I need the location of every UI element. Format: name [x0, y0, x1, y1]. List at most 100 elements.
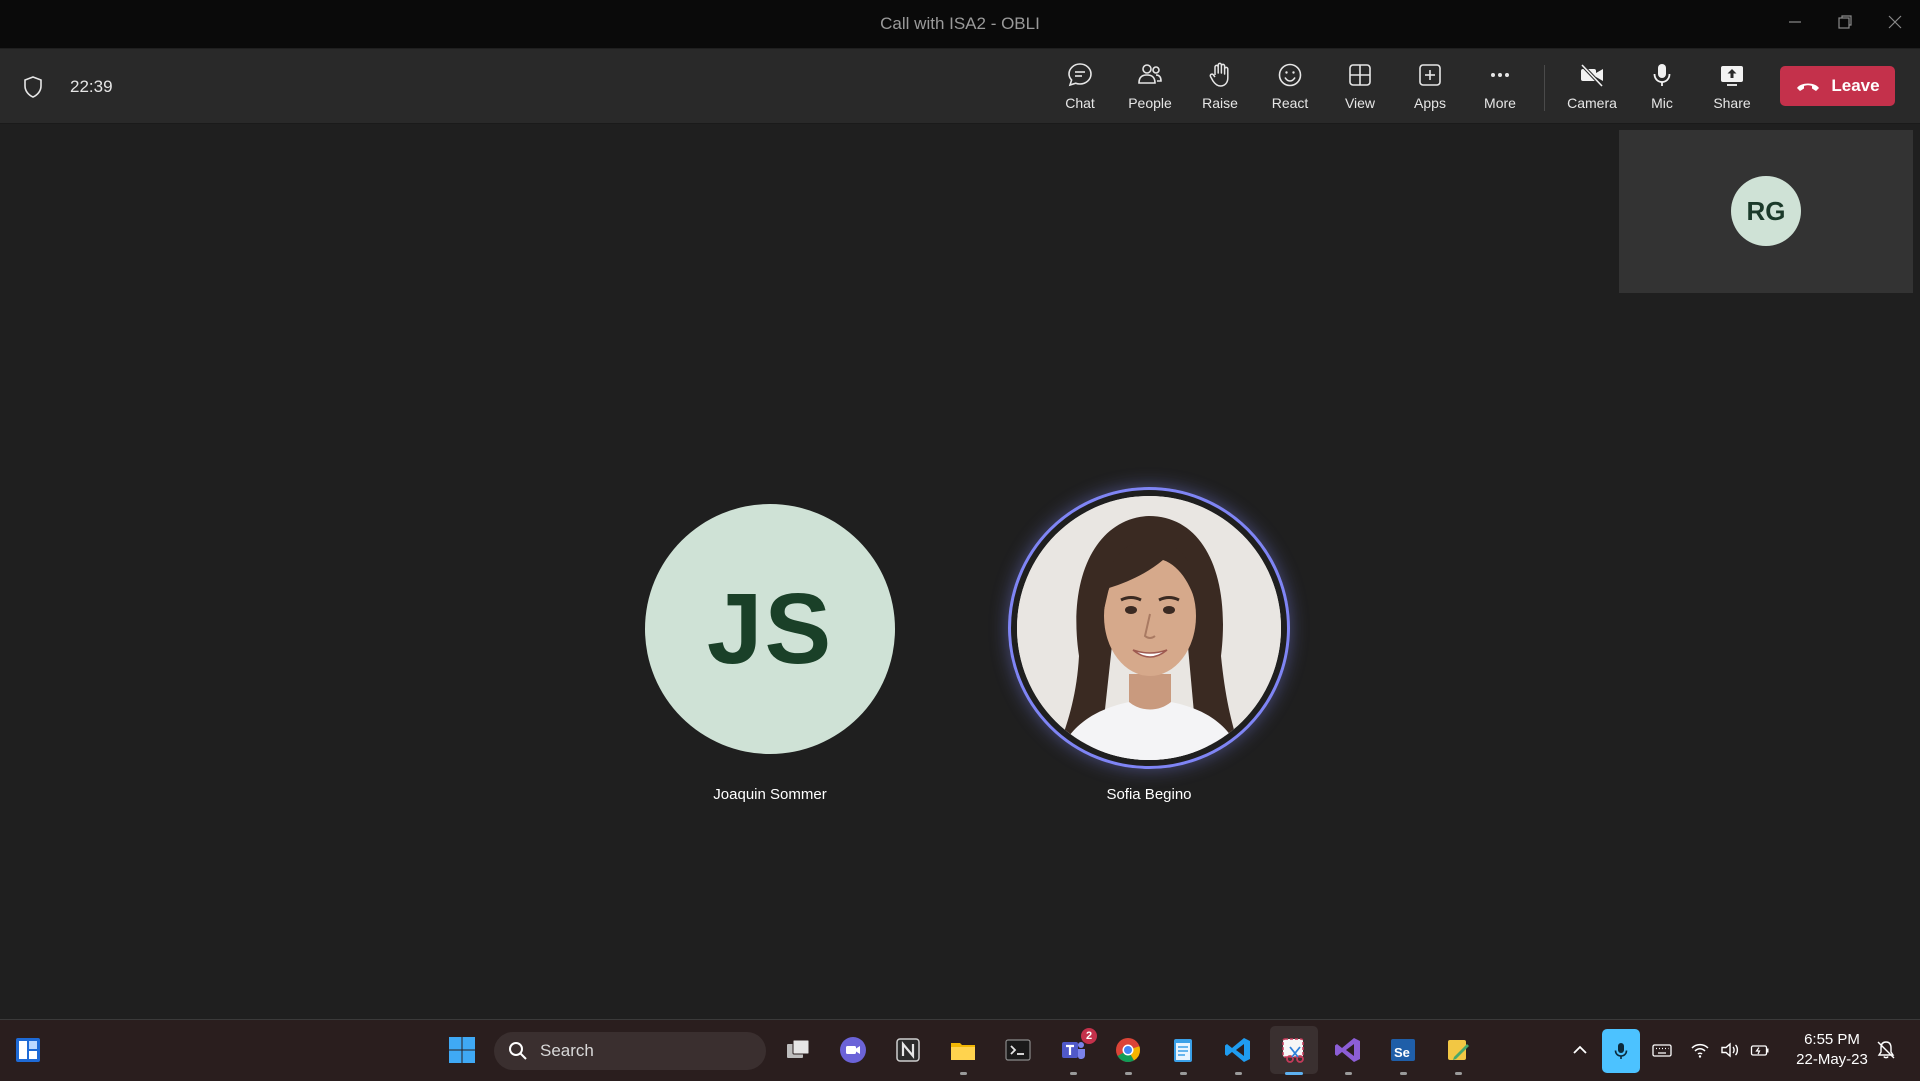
microphone-icon [1614, 1043, 1628, 1059]
people-icon [1138, 64, 1162, 84]
running-indicator [1345, 1072, 1352, 1075]
close-icon [1888, 15, 1902, 29]
folder-icon [951, 1043, 975, 1060]
start-button[interactable] [444, 1032, 480, 1068]
teams-app[interactable]: 2 [1055, 1028, 1097, 1075]
person-portrait-image [1017, 496, 1281, 760]
camera-label: Camera [1567, 95, 1617, 111]
battery-button[interactable] [1748, 1038, 1772, 1062]
share-screen-icon [1721, 66, 1743, 86]
windows-logo-icon [449, 1037, 475, 1063]
system-clock[interactable]: 6:55 PM 22-May-23 [1784, 1030, 1880, 1070]
shield-icon[interactable] [22, 75, 44, 99]
notion-app[interactable] [890, 1032, 926, 1068]
notepad-icon [1174, 1039, 1192, 1062]
running-indicator [1235, 1072, 1242, 1075]
vscode-app[interactable] [1220, 1032, 1256, 1075]
wifi-button[interactable] [1688, 1038, 1712, 1062]
call-timer: 22:39 [70, 77, 113, 96]
keyboard-button[interactable] [1650, 1038, 1674, 1062]
speaking-indicator-ring[interactable] [1008, 487, 1290, 769]
widgets-button[interactable] [10, 1032, 46, 1068]
view-label: View [1344, 95, 1376, 111]
mic-in-use-indicator[interactable] [1602, 1029, 1640, 1073]
clock-time: 6:55 PM [1804, 1031, 1860, 1048]
selenium-app[interactable]: Se [1385, 1032, 1421, 1075]
camera-button[interactable]: Camera [1560, 59, 1624, 119]
window-title: Call with ISA2 - OBLI [880, 14, 1040, 33]
sticky-notes-icon [1448, 1040, 1469, 1060]
participant-avatar[interactable]: JS [645, 504, 895, 754]
participant-photo [1017, 496, 1281, 760]
react-button[interactable]: React [1258, 59, 1322, 119]
clock-date: 22-May-23 [1796, 1051, 1868, 1068]
minimize-icon [1789, 21, 1801, 23]
notification-badge: 2 [1081, 1028, 1097, 1044]
leave-button[interactable]: Leave [1780, 66, 1895, 106]
share-button[interactable]: Share [1700, 59, 1764, 119]
raise-label: Raise [1202, 95, 1238, 111]
leave-label: Leave [1831, 76, 1880, 95]
meeting-toolbar: 22:39 Chat People Raise React View Apps … [0, 49, 1920, 124]
wifi-icon [1691, 1043, 1709, 1058]
taskbar: Search 2 Se 6:55 PM 22-May-23 [0, 1019, 1920, 1081]
video-chat-icon [840, 1037, 866, 1063]
visual-studio-icon [1335, 1038, 1360, 1062]
volume-icon [1721, 1042, 1739, 1058]
running-indicator [1125, 1072, 1132, 1075]
snipping-tool-icon [1282, 1038, 1304, 1063]
grid-view-icon [1349, 64, 1371, 86]
file-explorer-app[interactable] [945, 1032, 981, 1075]
task-view-icon [787, 1039, 810, 1058]
raise-hand-icon [1209, 62, 1229, 87]
more-icon [1491, 73, 1509, 77]
mic-button[interactable]: Mic [1630, 59, 1694, 119]
snipping-tool-app[interactable] [1276, 1032, 1312, 1075]
microphone-icon [1653, 64, 1671, 86]
keyboard-icon [1652, 1044, 1672, 1057]
window-controls [1770, 0, 1920, 44]
running-indicator [960, 1072, 967, 1075]
chrome-icon [1116, 1038, 1140, 1063]
people-button[interactable]: People [1118, 59, 1182, 119]
restore-icon [1838, 15, 1852, 29]
more-button[interactable]: More [1468, 59, 1532, 119]
notepad-app[interactable] [1165, 1032, 1201, 1075]
teams-meet-app[interactable] [835, 1032, 871, 1068]
notifications-button[interactable] [1874, 1038, 1898, 1062]
hang-up-icon [1797, 83, 1820, 91]
chrome-app[interactable] [1110, 1032, 1146, 1075]
camera-off-icon [1580, 63, 1604, 88]
running-indicator [1455, 1072, 1462, 1075]
apps-button[interactable]: Apps [1398, 59, 1462, 119]
svg-text:Se: Se [1394, 1045, 1410, 1060]
close-button[interactable] [1870, 0, 1920, 44]
visual-studio-app[interactable] [1330, 1032, 1366, 1075]
minimize-button[interactable] [1770, 0, 1820, 44]
participant-name: Joaquin Sommer [713, 786, 827, 803]
running-indicator [1180, 1072, 1187, 1075]
volume-button[interactable] [1718, 1038, 1742, 1062]
vscode-icon [1225, 1038, 1250, 1062]
apps-label: Apps [1414, 95, 1446, 111]
terminal-app[interactable] [1000, 1032, 1036, 1068]
battery-icon [1750, 1045, 1769, 1056]
task-view-button[interactable] [780, 1032, 816, 1068]
tray-overflow-button[interactable] [1568, 1038, 1592, 1062]
restore-button[interactable] [1820, 0, 1870, 44]
view-button[interactable]: View [1328, 59, 1392, 119]
active-indicator [1285, 1072, 1303, 1075]
share-label: Share [1713, 95, 1751, 111]
chat-icon [1068, 63, 1092, 87]
chat-button[interactable]: Chat [1048, 59, 1112, 119]
selenium-icon: Se [1391, 1039, 1415, 1061]
smiley-icon [1278, 63, 1302, 87]
more-label: More [1484, 95, 1516, 111]
add-app-icon [1419, 64, 1441, 86]
running-indicator [1400, 1072, 1407, 1075]
notification-bell-icon [1877, 1041, 1895, 1059]
raise-hand-button[interactable]: Raise [1188, 59, 1252, 119]
taskbar-search[interactable]: Search [494, 1032, 766, 1070]
sticky-notes-app[interactable] [1440, 1032, 1476, 1075]
widgets-icon [16, 1038, 40, 1062]
